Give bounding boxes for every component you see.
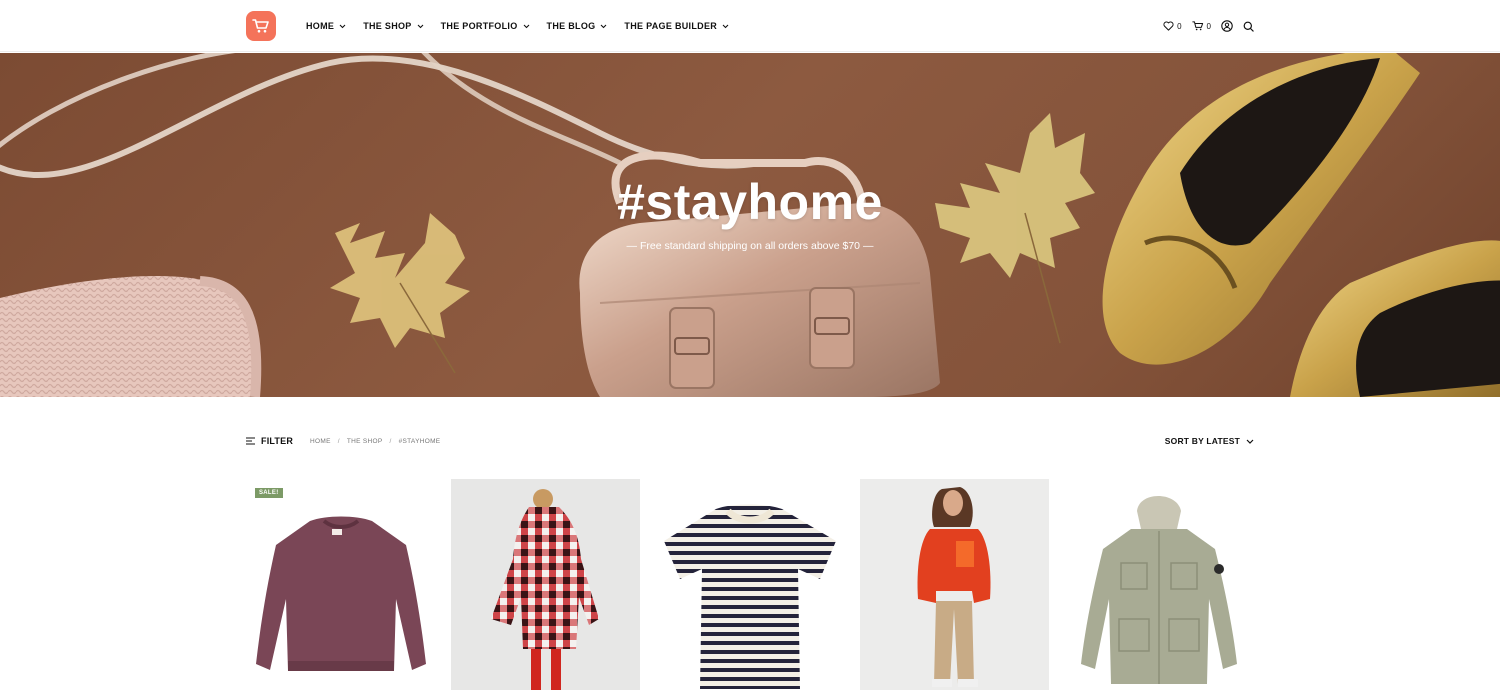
breadcrumb-the-shop[interactable]: THE SHOP: [347, 438, 383, 445]
product-card-checked-coat[interactable]: [451, 479, 640, 690]
user-account-icon: [1221, 20, 1233, 32]
breadcrumb-separator: /: [337, 437, 340, 445]
filter-button[interactable]: FILTER: [246, 436, 293, 446]
cart-icon: [1191, 21, 1203, 31]
cart-button[interactable]: 0: [1191, 21, 1211, 31]
chevron-down-icon: [339, 24, 346, 28]
cart-logo[interactable]: [246, 11, 276, 41]
nav-item-the-shop[interactable]: THE SHOP: [363, 21, 423, 31]
product-image: [860, 479, 1049, 690]
account-button[interactable]: [1221, 20, 1233, 32]
product-card-maroon-sweatshirt[interactable]: SALE!: [246, 479, 435, 690]
nav-item-label: THE BLOG: [546, 21, 596, 31]
nav-item-home[interactable]: HOME: [306, 21, 346, 31]
site-header: HOME THE SHOP THE PORTFOLIO THE BLOG THE…: [0, 0, 1500, 52]
sale-badge: SALE!: [255, 488, 283, 498]
sort-dropdown[interactable]: SORT BY LATEST: [1165, 436, 1254, 446]
breadcrumb-current: #STAYHOME: [398, 437, 441, 445]
nav-item-the-blog[interactable]: THE BLOG: [547, 21, 608, 31]
nav-item-the-page-builder[interactable]: THE PAGE BUILDER: [624, 21, 729, 31]
product-image: [451, 479, 640, 690]
wishlist-button[interactable]: 0: [1163, 21, 1182, 31]
cart-logo-icon: [252, 19, 269, 33]
breadcrumb: HOME / THE SHOP / #STAYHOME: [310, 438, 440, 445]
product-image: [656, 479, 845, 690]
filter-lines-icon: [246, 437, 255, 445]
heart-icon: [1163, 21, 1174, 31]
nav-item-label: THE PAGE BUILDER: [624, 21, 718, 31]
product-card-olive-jacket[interactable]: [1065, 479, 1254, 690]
hero-subtitle: — Free standard shipping on all orders a…: [626, 240, 874, 252]
main-nav: HOME THE SHOP THE PORTFOLIO THE BLOG THE…: [306, 0, 729, 52]
chevron-down-icon: [523, 24, 529, 28]
wishlist-count: 0: [1177, 21, 1182, 31]
nav-item-the-portfolio[interactable]: THE PORTFOLIO: [441, 21, 530, 31]
sort-label: SORT BY LATEST: [1164, 436, 1240, 446]
product-image: [1065, 479, 1254, 690]
search-icon: [1243, 21, 1254, 32]
chevron-down-icon: [601, 24, 607, 28]
chevron-down-icon: [722, 24, 729, 28]
nav-item-label: THE SHOP: [363, 21, 412, 31]
left-leaf: [330, 213, 470, 374]
cart-count: 0: [1206, 21, 1211, 31]
shop-toolbar: FILTER HOME / THE SHOP / #STAYHOME SORT …: [246, 430, 1254, 452]
product-grid: SALE!: [246, 479, 1254, 690]
product-card-red-fleece[interactable]: [860, 479, 1049, 690]
nav-item-label: THE PORTFOLIO: [440, 21, 518, 31]
hero-title: #stayhome: [617, 174, 883, 230]
chevron-down-icon: [417, 24, 423, 28]
product-image: [246, 479, 435, 690]
header-tools: 0 0: [1163, 0, 1254, 52]
filter-label: FILTER: [261, 436, 294, 446]
product-card-striped-tshirt[interactable]: [656, 479, 845, 690]
chevron-down-icon: [1246, 439, 1254, 444]
hero-banner: #stayhome — Free standard shipping on al…: [0, 53, 1500, 397]
search-button[interactable]: [1243, 21, 1254, 32]
breadcrumb-separator: /: [389, 437, 392, 445]
nav-item-label: HOME: [306, 21, 335, 31]
breadcrumb-home[interactable]: HOME: [310, 438, 331, 445]
